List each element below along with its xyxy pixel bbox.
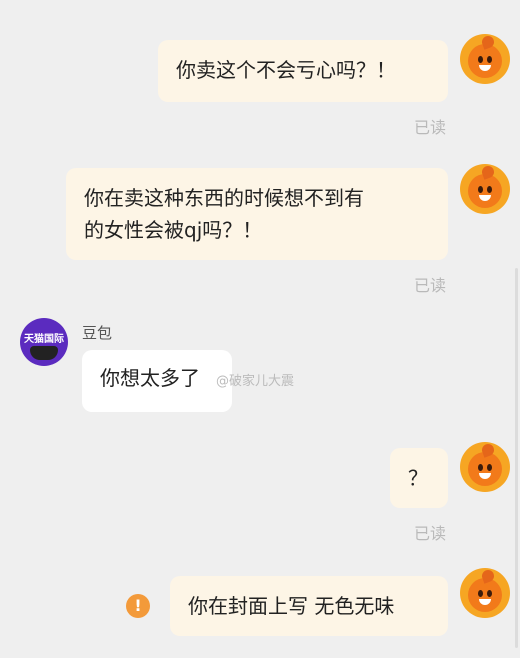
avatar-other[interactable]: 天猫国际 — [20, 318, 68, 366]
message-text-line: 的女性会被qj吗？！ — [84, 218, 263, 242]
avatar-eye — [487, 186, 492, 193]
avatar-eye — [478, 186, 483, 193]
read-status: 已读 — [414, 118, 447, 137]
message-bubble-self[interactable]: 你在卖这种东西的时候想不到有 的女性会被qj吗？！ — [66, 168, 448, 260]
message-bubble-self[interactable]: 你在封面上写 无色无味 — [170, 576, 448, 636]
avatar-self[interactable] — [460, 164, 510, 214]
read-status: 已读 — [414, 524, 447, 543]
avatar-eye — [478, 590, 483, 597]
avatar-brand-text: 天猫国际 — [24, 334, 64, 345]
avatar-eye — [487, 464, 492, 471]
sender-name: 豆包 — [82, 324, 113, 342]
avatar-self[interactable] — [460, 442, 510, 492]
scrollbar[interactable] — [515, 268, 518, 648]
avatar-eye — [478, 56, 483, 63]
message-text: 你想太多了 — [100, 366, 200, 390]
avatar-eye — [487, 56, 492, 63]
avatar-mouth — [479, 599, 491, 605]
send-failed-warning-icon[interactable]: ! — [126, 594, 150, 618]
avatar-mouth — [479, 65, 491, 71]
message-text: 你卖这个不会亏心吗？！ — [176, 58, 396, 82]
avatar-eye — [487, 590, 492, 597]
avatar-self[interactable] — [460, 568, 510, 618]
message-bubble-self[interactable]: 你卖这个不会亏心吗？！ — [158, 40, 448, 102]
avatar-self[interactable] — [460, 34, 510, 84]
message-text: 你在封面上写 无色无味 — [188, 594, 395, 618]
message-bubble-other[interactable]: 你想太多了 — [82, 350, 232, 412]
read-status: 已读 — [414, 276, 447, 295]
watermark: @破家儿大震 — [216, 374, 295, 389]
avatar-mouth — [479, 195, 491, 201]
message-bubble-self[interactable]: ？ — [390, 448, 448, 508]
message-text-line: 你在卖这种东西的时候想不到有 — [84, 186, 364, 210]
avatar-eye — [478, 464, 483, 471]
avatar-cat-icon — [30, 346, 58, 360]
message-text: ？ — [408, 466, 428, 490]
avatar-mouth — [479, 473, 491, 479]
